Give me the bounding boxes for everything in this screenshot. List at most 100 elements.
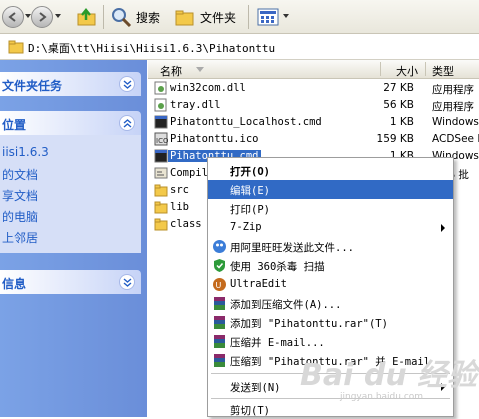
- place-link[interactable]: 的文档: [2, 166, 38, 183]
- arrow-left-icon: [8, 12, 16, 22]
- column-divider[interactable]: [425, 62, 426, 76]
- search-button[interactable]: 搜索: [110, 6, 160, 28]
- places-title: 位置: [2, 118, 27, 132]
- menu-item-label: 打印(P): [230, 204, 270, 216]
- folder-icon: [154, 184, 168, 197]
- file-tasks-title: 文件夹任务: [2, 79, 63, 93]
- place-link[interactable]: 上邻居: [2, 229, 38, 246]
- menu-item-360-scan[interactable]: 使用 360杀毒 扫描: [208, 256, 453, 275]
- file-size: 56 KB: [383, 99, 414, 111]
- winrar-icon: [214, 316, 225, 329]
- column-divider[interactable]: [380, 62, 381, 76]
- forward-dropdown-icon[interactable]: [55, 14, 61, 18]
- svg-text:ICO: ICO: [156, 137, 168, 145]
- up-folder-button[interactable]: [76, 6, 98, 28]
- address-bar[interactable]: D:\桌面\tt\Hiisi\Hiisi1.6.3\Pihatonttu: [0, 35, 479, 60]
- search-label: 搜索: [136, 10, 161, 25]
- file-row[interactable]: ICO Pihatonttu.ico 159 KB ACDSee I: [148, 131, 479, 148]
- folder-icon: [154, 218, 168, 231]
- menu-item-add-to-rar[interactable]: 添加到 "Pihatonttu.rar"(T): [208, 313, 453, 332]
- menu-item-edit[interactable]: 编辑(E): [208, 180, 453, 199]
- forward-button[interactable]: [31, 6, 53, 28]
- menu-item-open[interactable]: 打开(O): [208, 161, 453, 180]
- file-size: 27 KB: [383, 82, 414, 94]
- menu-item-label: 打开(O): [230, 166, 270, 178]
- file-row[interactable]: tray.dll 56 KB 应用程序: [148, 97, 479, 114]
- column-header-row: 名称 大小 类型: [148, 60, 479, 79]
- menu-item-add-archive[interactable]: 添加到压缩文件(A)...: [208, 294, 453, 313]
- column-type[interactable]: 类型: [432, 63, 454, 79]
- address-path[interactable]: D:\桌面\tt\Hiisi\Hiisi1.6.3\Pihatonttu: [28, 40, 275, 56]
- file-type: 应用程序: [432, 84, 474, 96]
- places-list: iisi1.6.3 的文档 享文档 的电脑 上邻居: [0, 135, 141, 253]
- menu-item-label: 添加到 "Pihatonttu.rar"(T): [230, 318, 388, 330]
- place-link[interactable]: 享文档: [2, 187, 38, 204]
- winrar-icon: [214, 354, 225, 367]
- file-name: Pihatonttu_Localhost.cmd: [170, 116, 322, 128]
- search-icon: [112, 8, 132, 28]
- file-name: Compil: [170, 167, 208, 179]
- file-type: Windows: [432, 116, 479, 128]
- submenu-arrow-icon: [441, 224, 445, 232]
- ultraedit-icon: U: [213, 278, 226, 291]
- file-name: win32com.dll: [170, 82, 246, 94]
- menu-item-compress-email[interactable]: 压缩并 E-mail...: [208, 332, 453, 351]
- toolbar-separator: [248, 5, 249, 29]
- cmd-file-icon: [154, 149, 168, 163]
- views-button[interactable]: [256, 6, 280, 28]
- watermark-brand: Bai du 经验: [300, 358, 478, 393]
- menu-item-label: 压缩并 E-mail...: [230, 337, 325, 349]
- place-link[interactable]: 的电脑: [2, 208, 38, 225]
- chevron-down-icon[interactable]: [119, 274, 135, 290]
- menu-item-aliwangwang-send[interactable]: 用阿里旺旺发送此文件...: [208, 237, 453, 256]
- menu-item-label: 剪切(T): [230, 405, 270, 417]
- file-row[interactable]: win32com.dll 27 KB 应用程序: [148, 80, 479, 97]
- dll-file-icon: [154, 98, 167, 112]
- chevron-up-icon[interactable]: [119, 115, 135, 131]
- details-header[interactable]: 信息: [0, 270, 141, 294]
- file-type: 应用程序: [432, 101, 474, 113]
- file-name: lib: [170, 201, 189, 213]
- menu-item-label: 7-Zip: [230, 221, 262, 233]
- file-row[interactable]: Pihatonttu_Localhost.cmd 1 KB Windows: [148, 114, 479, 131]
- menu-item-7zip[interactable]: 7-Zip: [208, 218, 453, 237]
- details-title: 信息: [2, 277, 27, 291]
- file-name: tray.dll: [170, 99, 221, 111]
- views-dropdown-icon[interactable]: [283, 14, 289, 18]
- file-tasks-header[interactable]: 文件夹任务: [0, 72, 141, 96]
- menu-item-label: 用阿里旺旺发送此文件...: [230, 242, 354, 254]
- column-name[interactable]: 名称: [160, 63, 182, 79]
- dll-file-icon: [154, 81, 167, 95]
- winrar-icon: [214, 297, 225, 310]
- toolbar: 搜索 文件夹: [0, 0, 479, 34]
- toolbar-separator: [103, 5, 104, 29]
- file-size: 159 KB: [376, 133, 414, 145]
- file-size: 1 KB: [389, 116, 414, 128]
- up-folder-icon: [77, 7, 96, 26]
- menu-item-ultraedit[interactable]: U UltraEdit: [208, 275, 453, 294]
- svg-text:U: U: [216, 281, 222, 290]
- menu-item-label: 添加到压缩文件(A)...: [230, 299, 342, 311]
- cmd-file-icon: [154, 115, 168, 129]
- winrar-icon: [214, 335, 225, 348]
- menu-item-label: 发送到(N): [230, 382, 281, 394]
- folder-icon: [154, 201, 168, 214]
- folders-label: 文件夹: [200, 10, 237, 25]
- folders-button[interactable]: 文件夹: [174, 6, 236, 28]
- back-button[interactable]: [2, 6, 24, 28]
- menu-item-label: 使用 360杀毒 扫描: [230, 261, 325, 273]
- place-link[interactable]: iisi1.6.3: [2, 145, 49, 159]
- bat-file-icon: [154, 167, 168, 179]
- sort-arrow-icon: [196, 67, 204, 72]
- menu-item-label: UltraEdit: [230, 278, 287, 290]
- baidu-watermark: Bai du 经验 jingyan.baidu.com: [300, 350, 479, 417]
- file-name: Pihatonttu.ico: [170, 133, 259, 145]
- views-icon: [257, 8, 279, 26]
- column-size[interactable]: 大小: [396, 63, 418, 79]
- watermark-url: jingyan.baidu.com: [340, 392, 424, 402]
- menu-item-print[interactable]: 打印(P): [208, 199, 453, 218]
- chevron-down-icon[interactable]: [119, 76, 135, 92]
- places-header[interactable]: 位置: [0, 111, 141, 135]
- arrow-right-icon: [39, 12, 47, 22]
- file-type: ACDSee I: [432, 133, 479, 145]
